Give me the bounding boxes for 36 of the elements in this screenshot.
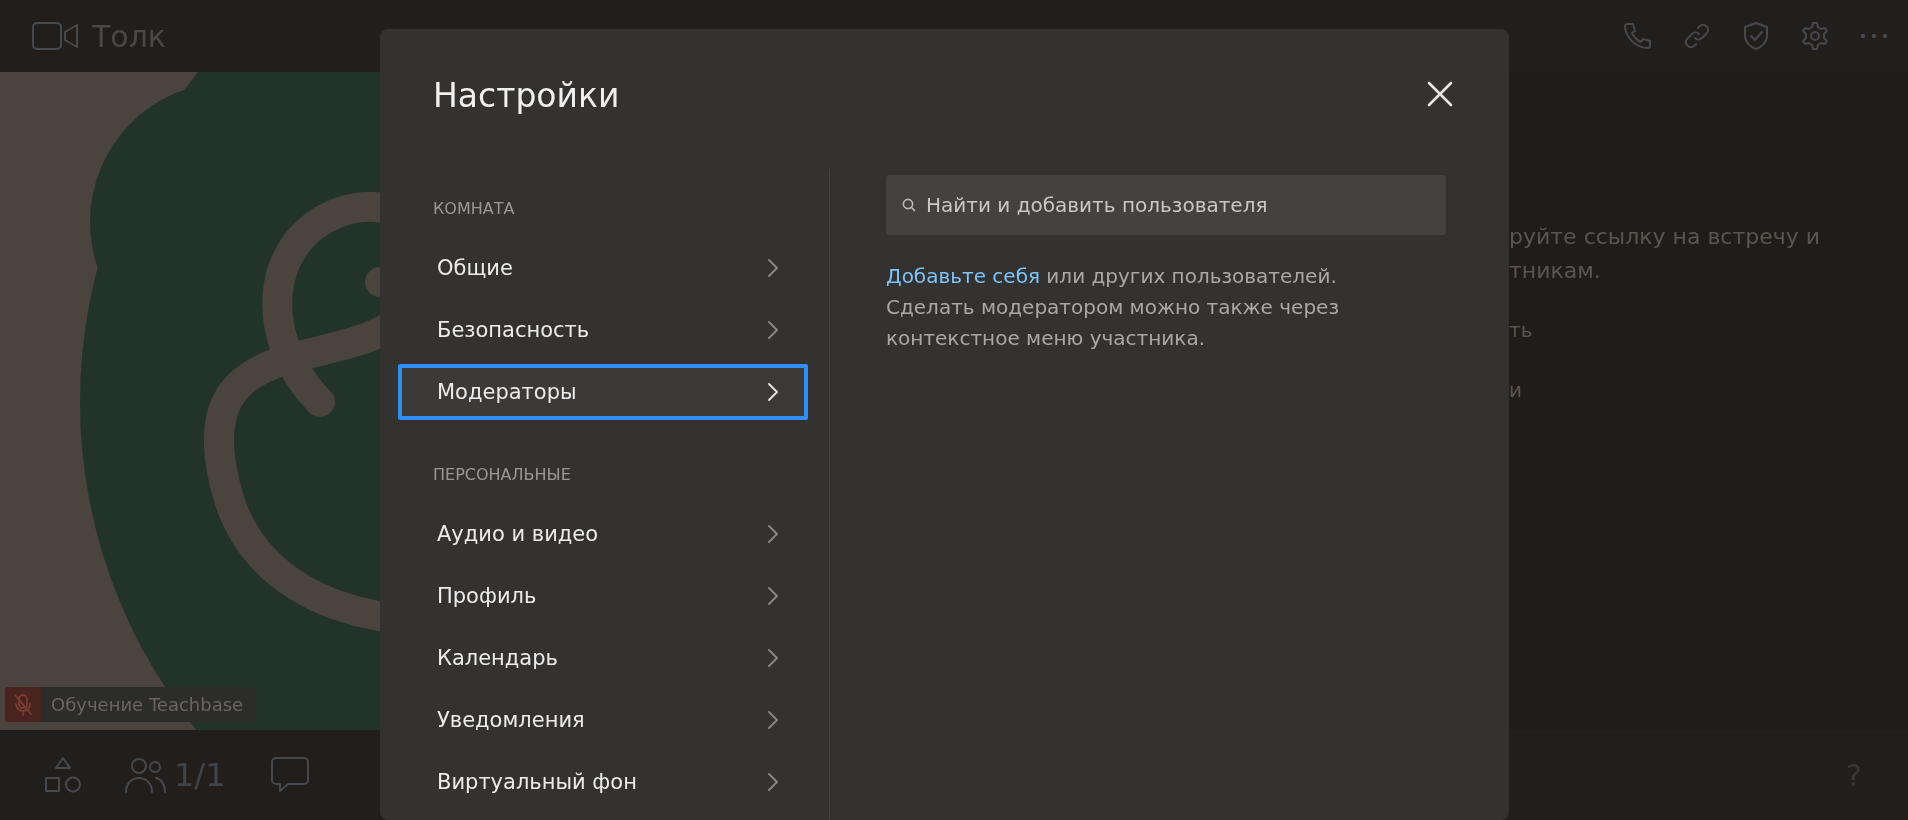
chat-icon[interactable] (269, 756, 310, 794)
link-icon[interactable] (1682, 21, 1712, 51)
chevron-right-icon (768, 649, 778, 667)
close-icon (1427, 80, 1453, 107)
search-icon (902, 198, 916, 212)
settings-menu-item[interactable]: Виртуальный фон (398, 754, 808, 810)
chevron-right-icon (768, 773, 778, 791)
invite-text: руйте ссылку на встречу и тникам. (1509, 223, 1821, 285)
chevron-right-icon (768, 711, 778, 729)
settings-menu-item[interactable]: Модераторы (398, 364, 808, 420)
dialog-title: Настройки (433, 75, 620, 115)
chevron-right-icon (768, 525, 778, 543)
participant-name: Обучение Teachbase (50, 694, 245, 715)
shapes-icon[interactable] (44, 756, 82, 794)
video-camera-icon (32, 21, 80, 51)
chevron-right-icon (768, 321, 778, 339)
more-icon[interactable] (1860, 32, 1888, 40)
settings-menu-item[interactable]: Календарь (398, 630, 808, 686)
microphone-muted-icon (13, 692, 33, 717)
chevron-right-icon (768, 383, 778, 401)
settings-menu-item[interactable]: Общие (398, 240, 808, 296)
moderators-hint: Добавьте себя или других пользователей. Сделать модератором можно также через контекстное меню участника. (886, 263, 1341, 352)
people-icon[interactable] (124, 757, 166, 793)
settings-menu-item[interactable]: Аудио и видео (398, 506, 808, 562)
add-yourself-link[interactable]: Добавьте себя (886, 264, 1040, 288)
settings-menu-item[interactable]: Профиль (398, 568, 808, 624)
settings-menu-item[interactable]: Безопасность (398, 302, 808, 358)
chevron-right-icon (768, 259, 778, 277)
chevron-right-icon (768, 587, 778, 605)
shield-check-icon[interactable] (1742, 21, 1770, 51)
search-field[interactable]: Найти и добавить пользователя (886, 175, 1446, 235)
section-heading: ПЕРСОНАЛЬНЫЕ (432, 465, 572, 485)
settings-menu-item[interactable]: Уведомления (398, 692, 808, 748)
section-heading: КОМНАТА (432, 199, 516, 219)
phone-icon[interactable] (1622, 21, 1652, 51)
settings-icon[interactable] (1800, 21, 1830, 51)
